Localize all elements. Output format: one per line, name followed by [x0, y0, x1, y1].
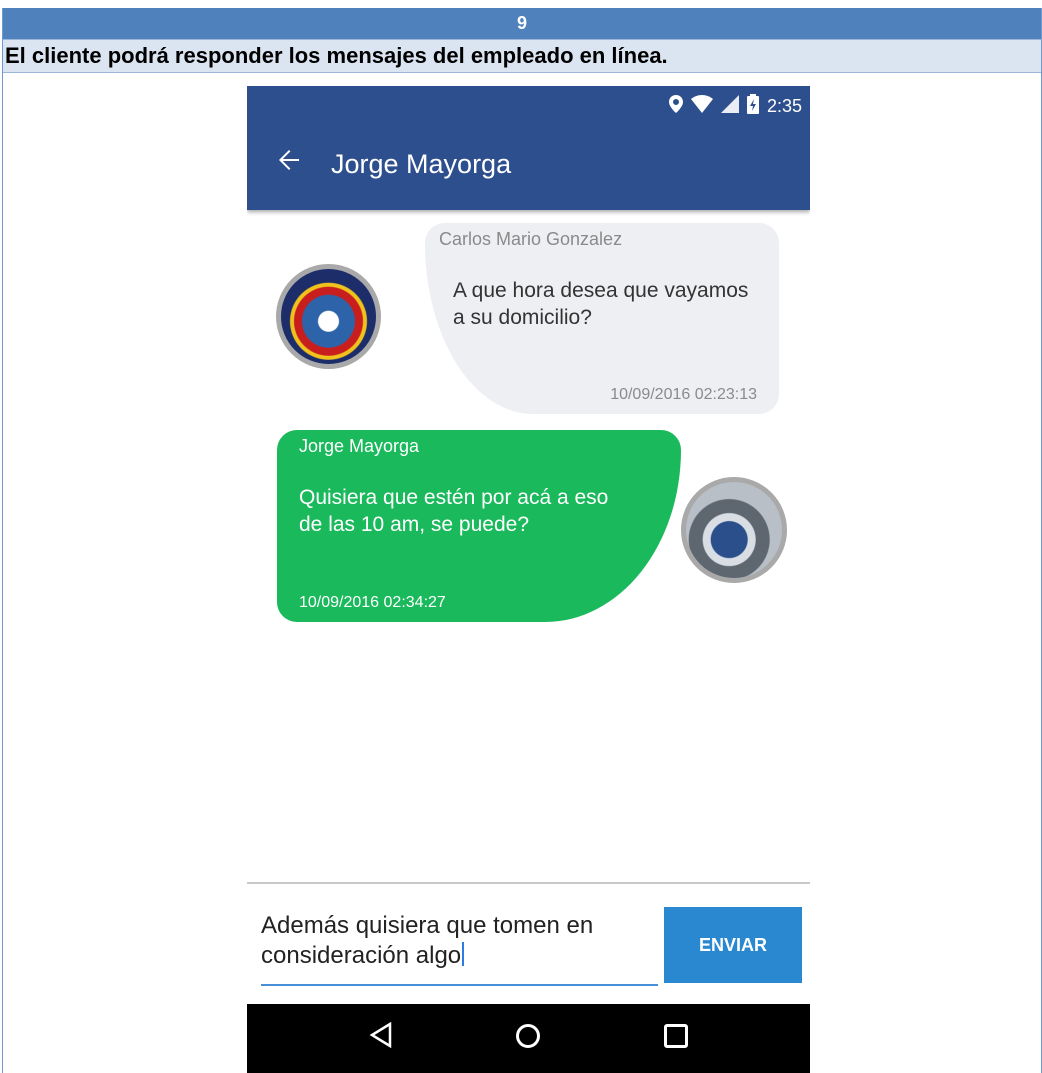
message-timestamp: 10/09/2016 02:34:27: [299, 594, 446, 611]
message-text: Quisiera que estén por acá a eso de las …: [299, 486, 609, 536]
send-button[interactable]: ENVIAR: [664, 907, 802, 983]
incoming-message-bubble: Carlos Mario Gonzalez A que hora desea q…: [425, 223, 779, 414]
chat-title: Jorge Mayorga: [331, 149, 512, 179]
back-triangle-icon[interactable]: [351, 1021, 411, 1056]
home-circle-icon[interactable]: [498, 1022, 558, 1056]
arrow-left-icon[interactable]: [277, 148, 301, 178]
message-sender: Jorge Mayorga: [299, 436, 420, 456]
text-caret: [462, 942, 465, 966]
message-timestamp: 10/09/2016 02:23:13: [610, 386, 757, 403]
status-bar: 2:35: [668, 92, 802, 120]
phone-screen: 2:35 Jorge Mayorga Carlos Mario Gonzalez…: [247, 86, 810, 1073]
battery-charging-icon: [746, 93, 759, 119]
user-avatar: [681, 477, 787, 583]
app-bar: 2:35 Jorge Mayorga: [247, 86, 810, 210]
message-input-value: Además quisiera que tomen en consideraci…: [261, 912, 594, 969]
status-time: 2:35: [766, 95, 802, 116]
navigation-bar: [247, 1004, 810, 1073]
table-header-number: 9: [3, 8, 1041, 39]
location-icon: [668, 94, 683, 118]
requirement-description: El cliente podrá responder los mensajes …: [3, 39, 1041, 73]
message-input[interactable]: Además quisiera que tomen en consideraci…: [261, 911, 658, 986]
wifi-icon: [690, 94, 713, 118]
compose-divider: [247, 882, 810, 884]
message-sender: Carlos Mario Gonzalez: [439, 229, 623, 249]
sender-avatar: [276, 264, 381, 369]
outgoing-message-bubble: Jorge Mayorga Quisiera que estén por acá…: [277, 430, 681, 622]
recents-square-icon[interactable]: [646, 1022, 706, 1056]
message-text: A que hora desea que vayamos a su domici…: [453, 279, 749, 329]
signal-icon: [720, 94, 739, 118]
